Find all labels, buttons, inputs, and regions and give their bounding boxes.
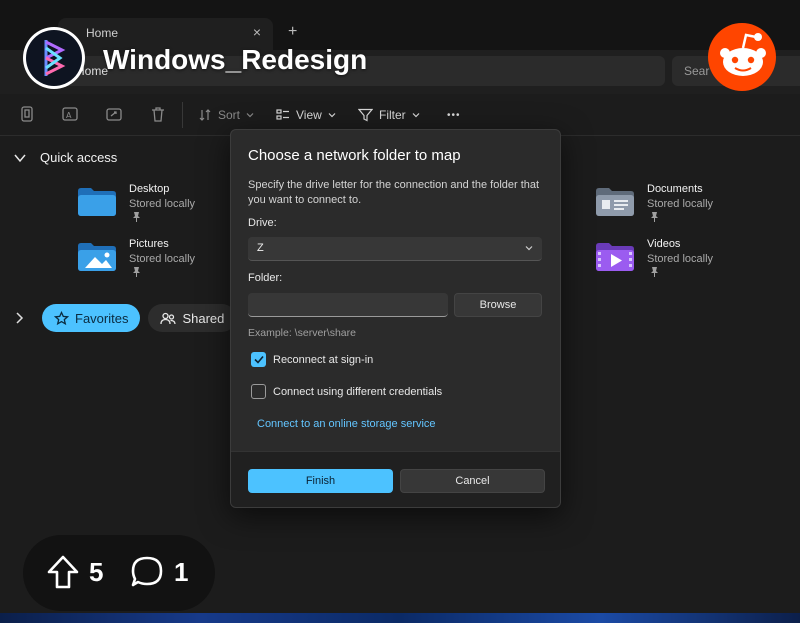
sort-button[interactable]: Sort (198, 105, 254, 125)
filter-chip-row: Favorites Shared (10, 304, 237, 332)
reconnect-label: Reconnect at sign-in (273, 353, 374, 366)
comment-count: 1 (174, 556, 189, 587)
svg-text:A: A (66, 111, 72, 120)
star-icon (54, 310, 69, 325)
folder-icon (78, 188, 116, 216)
tab-label: Home (86, 26, 119, 40)
subreddit-logo-icon (44, 40, 66, 76)
upvote-count: 5 (89, 556, 104, 587)
subreddit-avatar[interactable] (23, 27, 85, 89)
quick-access-header[interactable]: Quick access (14, 150, 117, 165)
chevron-down-icon (412, 113, 420, 118)
new-tab-icon[interactable]: + (288, 23, 297, 41)
folder-input[interactable] (248, 293, 448, 317)
item-name: Documents (647, 183, 703, 195)
drive-select[interactable]: Z (248, 237, 542, 261)
people-icon (160, 312, 177, 324)
checkmark-icon (253, 355, 264, 364)
folder-example: Example: \server\share (248, 327, 356, 339)
item-name: Videos (647, 238, 681, 250)
credentials-label: Connect using different credentials (273, 385, 443, 398)
dialog-title: Choose a network folder to map (248, 147, 461, 164)
credentials-option[interactable]: Connect using different credentials (251, 384, 442, 399)
pin-icon (133, 212, 140, 222)
item-status: Stored locally (129, 198, 196, 210)
chevron-down-icon (246, 113, 254, 118)
item-status: Stored locally (647, 253, 714, 265)
cancel-button[interactable]: Cancel (400, 469, 545, 493)
delete-icon[interactable] (149, 105, 167, 123)
upvote-button[interactable]: 5 (47, 555, 103, 589)
item-name: Pictures (129, 238, 169, 250)
item-status: Stored locally (129, 253, 196, 265)
finish-button[interactable]: Finish (248, 469, 393, 493)
item-status: Stored locally (647, 198, 714, 210)
quick-access-item-desktop[interactable]: Desktop Stored locally (77, 183, 227, 227)
quick-access-item-documents[interactable]: Documents Stored locally (595, 183, 745, 227)
shared-label: Shared (182, 310, 225, 326)
drive-label: Drive: (248, 217, 277, 229)
reconnect-checkbox[interactable] (251, 352, 266, 367)
avatar-background (26, 30, 82, 86)
videos-folder-icon (596, 243, 634, 271)
rename-icon[interactable]: A (61, 105, 79, 123)
dialog-footer: Finish Cancel (231, 451, 560, 507)
toolbar-divider (182, 102, 183, 128)
browse-button[interactable]: Browse (454, 293, 542, 317)
upvote-arrow-icon (47, 555, 79, 589)
chevron-down-icon (328, 113, 336, 118)
view-icon (276, 109, 289, 120)
favorites-chip[interactable]: Favorites (42, 304, 141, 332)
subreddit-name[interactable]: Windows_Redesign (103, 44, 367, 76)
folder-label: Folder: (248, 272, 283, 284)
favorites-label: Favorites (75, 310, 129, 326)
map-network-drive-dialog: Choose a network folder to map Specify t… (230, 129, 561, 508)
sort-icon (199, 109, 211, 121)
quick-access-title: Quick access (40, 150, 118, 165)
filter-button[interactable]: Filter (358, 105, 420, 125)
post-actions-bar: 5 1 (23, 535, 215, 611)
comments-button[interactable]: 1 (130, 555, 188, 589)
pictures-folder-icon (78, 243, 116, 271)
view-label: View (296, 108, 322, 122)
sort-label: Sort (218, 108, 241, 122)
filter-icon (358, 108, 373, 122)
pin-icon (133, 267, 140, 277)
tab-bar: Home × + (0, 0, 800, 50)
comment-bubble-icon (131, 556, 163, 587)
filter-label: Filter (379, 108, 406, 122)
chevron-down-icon (525, 246, 533, 251)
online-storage-link[interactable]: Connect to an online storage service (257, 418, 436, 430)
share-icon[interactable] (105, 105, 123, 123)
view-button[interactable]: View (276, 105, 336, 125)
reconnect-option[interactable]: Reconnect at sign-in (251, 352, 373, 367)
quick-access-item-videos[interactable]: Videos Stored locally (595, 238, 745, 282)
shared-chip[interactable]: Shared (148, 304, 237, 332)
pin-icon (651, 267, 658, 277)
search-placeholder: Sear (684, 64, 710, 78)
more-options-button[interactable]: ••• (447, 105, 461, 125)
chevron-down-icon[interactable] (14, 153, 26, 163)
pin-icon (651, 212, 658, 222)
item-name: Desktop (129, 183, 170, 195)
dialog-description: Specify the drive letter for the connect… (248, 179, 540, 206)
documents-folder-icon (596, 188, 634, 216)
close-tab-icon[interactable]: × (253, 24, 261, 40)
quick-access-item-pictures[interactable]: Pictures Stored locally (77, 238, 227, 282)
drive-value: Z (257, 242, 264, 254)
cut-icon[interactable] (18, 105, 36, 123)
reddit-logo-icon (708, 23, 776, 91)
taskbar-strip (0, 613, 800, 623)
credentials-checkbox[interactable] (251, 384, 266, 399)
chevron-right-icon[interactable] (10, 311, 34, 325)
